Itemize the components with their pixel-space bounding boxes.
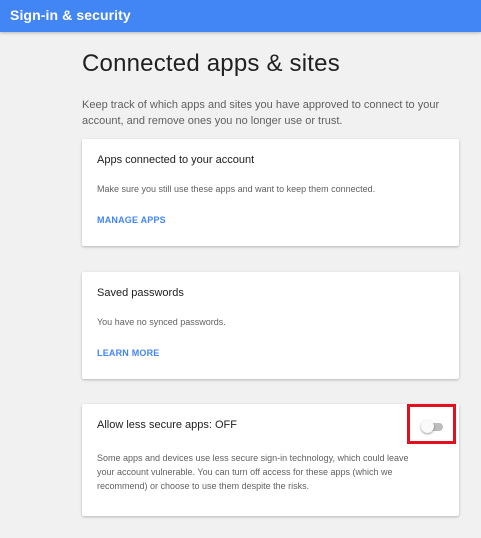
card-description: Some apps and devices use less secure si… (97, 453, 409, 491)
less-secure-apps-card: Allow less secure apps: OFF Some apps an… (82, 404, 459, 516)
connected-apps-card: Apps connected to your account Make sure… (82, 139, 459, 246)
card-title: Apps connected to your account (97, 154, 255, 166)
page-intro: Keep track of which apps and sites you h… (82, 99, 440, 127)
app-bar-title: Sign-in & security (10, 7, 131, 23)
learn-more-link[interactable]: LEARN MORE (97, 348, 160, 358)
toggle-highlight-annotation (407, 404, 456, 444)
page-title: Connected apps & sites (82, 50, 340, 77)
card-description: You have no synced passwords. (97, 317, 226, 327)
card-description: Make sure you still use these apps and w… (97, 184, 376, 194)
card-title: Saved passwords (97, 287, 184, 299)
top-app-bar: Sign-in & security (0, 0, 481, 32)
card-title: Allow less secure apps: OFF (97, 419, 237, 431)
manage-apps-link[interactable]: MANAGE APPS (97, 215, 166, 225)
saved-passwords-card: Saved passwords You have no synced passw… (82, 272, 459, 379)
